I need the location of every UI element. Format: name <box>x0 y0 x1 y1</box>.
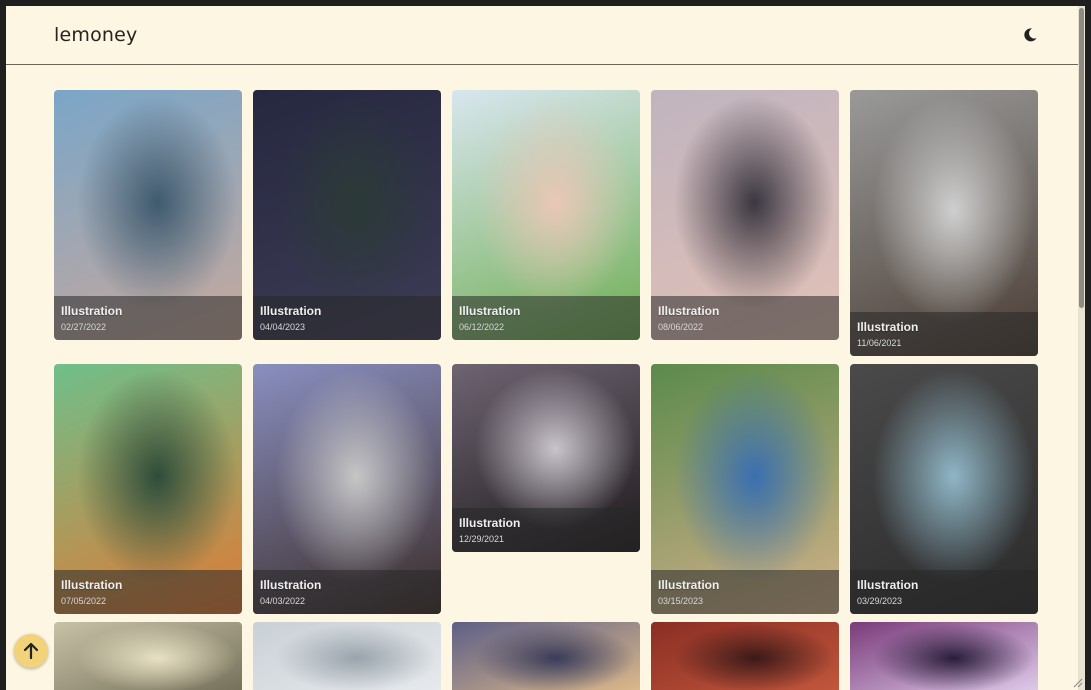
card-category: Illustration <box>857 320 919 334</box>
artwork-image <box>54 622 242 690</box>
card-date: 11/06/2021 <box>857 338 902 348</box>
arrow-up-icon <box>23 642 39 660</box>
gallery-card[interactable]: Illustration 12/29/2021 <box>452 364 640 552</box>
scrollbar[interactable] <box>1078 6 1085 690</box>
gallery-card[interactable] <box>651 622 839 690</box>
caption-overlay: Illustration 04/04/2023 <box>253 296 441 340</box>
card-date: 08/06/2022 <box>658 322 704 332</box>
gallery-grid: Illustration 02/27/2022 Illustration 04/04/… <box>6 6 1085 690</box>
card-category: Illustration <box>658 578 720 592</box>
card-date: 04/03/2022 <box>260 596 306 606</box>
caption-overlay: Illustration 04/03/2022 <box>253 570 441 614</box>
app-window: lemoney Illustration 02/27/2022 Illustrati… <box>6 6 1085 690</box>
card-category: Illustration <box>459 304 521 318</box>
gallery-card[interactable] <box>452 622 640 690</box>
resize-handle-icon[interactable] <box>1071 676 1083 688</box>
gallery-card[interactable]: Illustration 06/12/2022 <box>452 90 640 340</box>
card-date: 03/15/2023 <box>658 596 704 606</box>
card-category: Illustration <box>260 304 322 318</box>
caption-overlay: Illustration 03/15/2023 <box>651 570 839 614</box>
caption-overlay: Illustration 06/12/2022 <box>452 296 640 340</box>
card-category: Illustration <box>857 578 919 592</box>
gallery-card[interactable]: Illustration 04/03/2022 <box>253 364 441 614</box>
gallery-card[interactable]: Illustration 04/04/2023 <box>253 90 441 340</box>
gallery-card[interactable]: Illustration 03/15/2023 <box>651 364 839 614</box>
artwork-image <box>850 622 1038 690</box>
caption-overlay: Illustration 07/05/2022 <box>54 570 242 614</box>
card-category: Illustration <box>61 578 123 592</box>
caption-overlay: Illustration 08/06/2022 <box>651 296 839 340</box>
gallery-card[interactable]: Illustration 08/06/2022 <box>651 90 839 340</box>
caption-overlay: Illustration 03/29/2023 <box>850 570 1038 614</box>
scroll-to-top-button[interactable] <box>14 634 48 668</box>
card-category: Illustration <box>61 304 123 318</box>
card-date: 04/04/2023 <box>260 322 306 332</box>
artwork-image <box>651 622 839 690</box>
gallery-card[interactable]: Illustration 03/29/2023 <box>850 364 1038 614</box>
caption-overlay: Illustration 12/29/2021 <box>452 508 640 552</box>
card-category: Illustration <box>459 516 521 530</box>
card-category: Illustration <box>260 578 322 592</box>
gallery-card[interactable] <box>850 622 1038 690</box>
card-date: 02/27/2022 <box>61 322 107 332</box>
artwork-image <box>452 622 640 690</box>
card-date: 06/12/2022 <box>459 322 505 332</box>
caption-overlay: Illustration 11/06/2021 <box>850 312 1038 356</box>
artwork-image <box>253 622 441 690</box>
gallery-card[interactable] <box>54 622 242 690</box>
card-date: 07/05/2022 <box>61 596 107 606</box>
card-date: 03/29/2023 <box>857 596 903 606</box>
scrollbar-thumb[interactable] <box>1079 8 1084 308</box>
gallery-card[interactable] <box>253 622 441 690</box>
gallery-card[interactable]: Illustration 07/05/2022 <box>54 364 242 614</box>
card-date: 12/29/2021 <box>459 534 505 544</box>
caption-overlay: Illustration 02/27/2022 <box>54 296 242 340</box>
card-category: Illustration <box>658 304 720 318</box>
gallery-card[interactable]: Illustration 11/06/2021 <box>850 90 1038 356</box>
gallery-card[interactable]: Illustration 02/27/2022 <box>54 90 242 340</box>
